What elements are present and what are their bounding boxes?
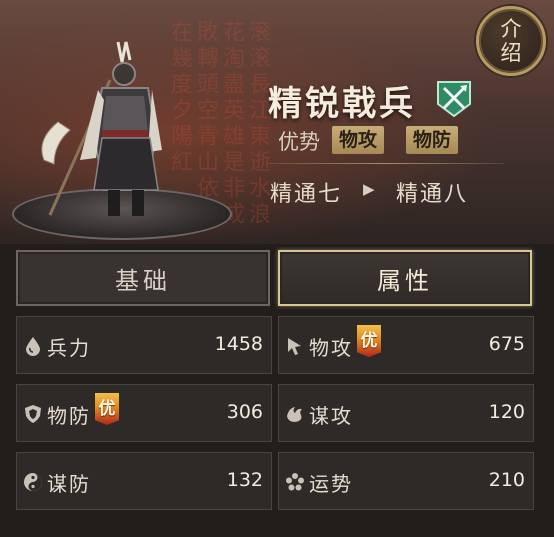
stat-value: 120: [488, 401, 525, 423]
stat-phys-defense: 物防 优 306: [16, 384, 272, 442]
crossed-halberds-icon: [437, 81, 471, 118]
advantage-label: 优势: [278, 130, 320, 154]
stat-value: 132: [226, 469, 263, 491]
stat-phys-attack: 物攻 优 675: [278, 316, 534, 374]
stat-label: 谋防: [47, 472, 91, 496]
stat-label: 谋攻: [309, 404, 353, 428]
stat-label: 兵力: [47, 336, 91, 360]
arrow-right-icon: ▶: [363, 180, 375, 198]
intro-char-1: 介: [500, 17, 522, 41]
stat-strategy-defense: 谋防 132: [16, 452, 272, 510]
stat-strategy-attack: 谋攻 120: [278, 384, 534, 442]
stat-label: 物攻: [309, 336, 353, 360]
advantage-tag-phys-def: 物防: [406, 126, 459, 154]
mastery-current: 精通七: [270, 182, 343, 207]
tab-basic[interactable]: 基础: [16, 250, 270, 306]
advantage-badge: 优: [357, 325, 381, 357]
flower-icon: [286, 473, 304, 491]
stat-value: 675: [488, 333, 525, 355]
sword-cursor-icon: [288, 338, 301, 355]
mastery-next: 精通八: [396, 182, 469, 207]
stat-fortune: 运势 210: [278, 452, 534, 510]
stat-label: 物防: [47, 404, 91, 428]
yin-yang-icon: [24, 473, 42, 491]
intro-char-2: 绍: [500, 41, 522, 65]
advantage-tag-phys-atk: 物攻: [332, 126, 385, 154]
divider: [268, 163, 504, 164]
advantage-badge: 优: [95, 393, 119, 425]
stat-value: 306: [226, 401, 263, 423]
flame-swirl-icon: [287, 407, 302, 422]
unit-hero-banner: 滚滚長江東逝水浪花淘盡英雄是非成敗轉頭空青山依舊在幾度夕陽紅 介 绍 精锐戟兵: [0, 0, 554, 244]
drop-icon: [26, 337, 40, 356]
stat-troops: 兵力 1458: [16, 316, 272, 374]
stat-label: 运势: [309, 472, 353, 496]
halberd-soldier-figure: [41, 41, 162, 216]
stat-value: 1458: [214, 333, 263, 355]
unit-name: 精锐戟兵: [268, 84, 416, 124]
shield-icon: [25, 405, 41, 423]
tab-attributes[interactable]: 属性: [278, 250, 532, 306]
stat-value: 210: [488, 469, 525, 491]
intro-button[interactable]: 介 绍: [476, 6, 546, 76]
